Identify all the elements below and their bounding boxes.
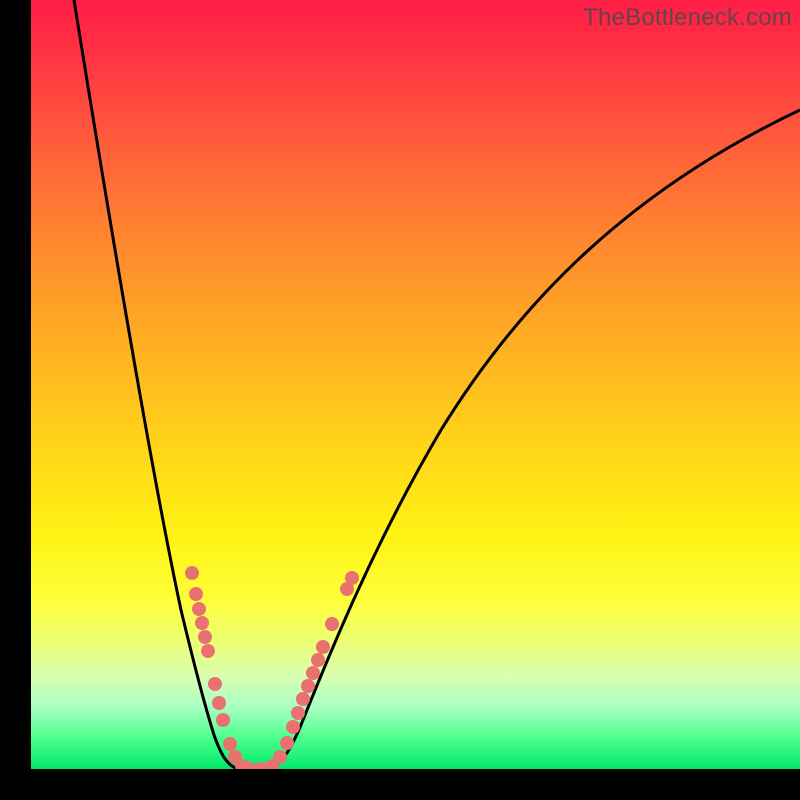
bead bbox=[273, 750, 287, 764]
bead bbox=[208, 677, 222, 691]
frame-border-left bbox=[0, 0, 31, 800]
bead bbox=[311, 653, 325, 667]
bead bbox=[325, 617, 339, 631]
bead bbox=[306, 666, 320, 680]
bead bbox=[286, 720, 300, 734]
frame-border-bottom bbox=[0, 769, 800, 800]
chart-area: TheBottleneck.com bbox=[31, 0, 800, 769]
bead bbox=[189, 587, 203, 601]
bead bbox=[316, 640, 330, 654]
bead bbox=[291, 706, 305, 720]
bead bbox=[280, 736, 294, 750]
right-curve bbox=[263, 110, 800, 769]
bead bbox=[201, 644, 215, 658]
bead bbox=[345, 571, 359, 585]
bead bbox=[212, 696, 226, 710]
bead bbox=[223, 737, 237, 751]
bead bbox=[192, 602, 206, 616]
bead bbox=[216, 713, 230, 727]
bead bbox=[185, 566, 199, 580]
bead bbox=[296, 692, 310, 706]
bead bbox=[301, 679, 315, 693]
left-curve bbox=[74, 0, 263, 769]
chart-svg bbox=[31, 0, 800, 769]
bead-cluster bbox=[185, 566, 359, 769]
bead bbox=[195, 616, 209, 630]
bead bbox=[198, 630, 212, 644]
